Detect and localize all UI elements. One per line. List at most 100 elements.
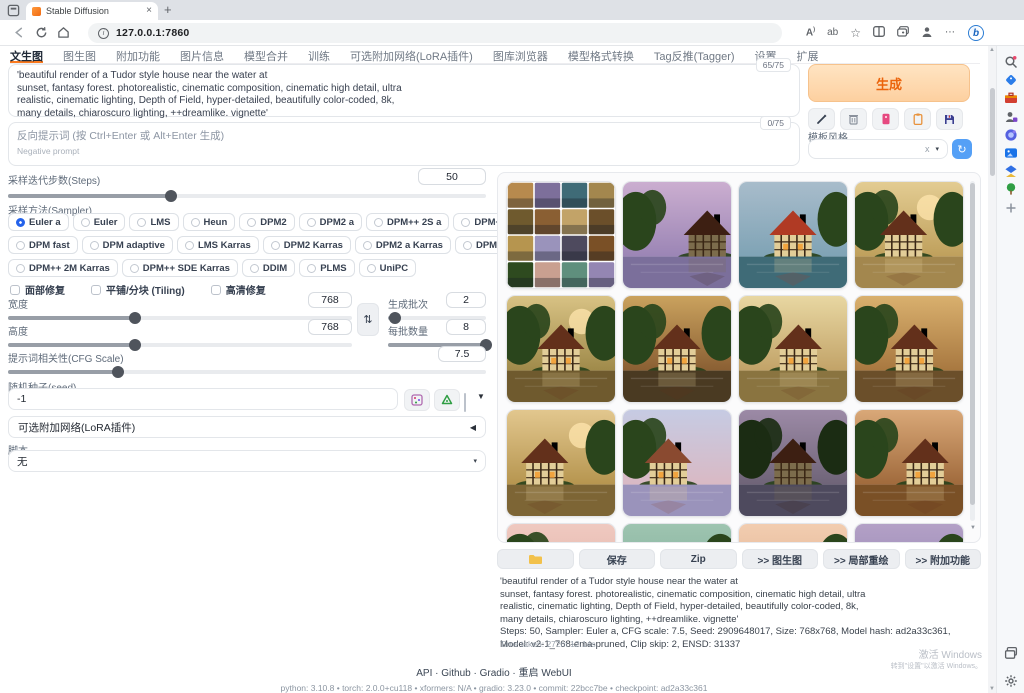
sampler-option[interactable]: DPM2 Karras [263, 236, 351, 254]
clear-prompt-trash-icon[interactable] [840, 108, 867, 130]
browser-tab[interactable]: Stable Diffusion × [26, 2, 158, 20]
webui-tab-3[interactable]: 附加功能 [116, 48, 160, 63]
cfg-input[interactable]: 7.5 [438, 346, 486, 362]
home-icon[interactable] [52, 26, 74, 39]
gallery-image-2[interactable] [622, 181, 732, 289]
negative-prompt-textarea[interactable]: 0/75 反向提示词 (按 Ctrl+Enter 或 Alt+Enter 生成)… [8, 122, 800, 166]
gallery-image-7[interactable] [738, 295, 848, 403]
sidebar-dropbox-icon[interactable] [1004, 164, 1018, 178]
sampler-option[interactable]: DPM2 [239, 213, 294, 231]
sampler-option[interactable]: DPM2 a Karras [355, 236, 451, 254]
gallery-image-10[interactable] [622, 409, 732, 517]
back-icon[interactable] [8, 26, 30, 39]
refresh-icon[interactable] [30, 26, 52, 39]
generate-button[interactable]: 生成 [808, 64, 970, 102]
steps-input[interactable]: 50 [418, 168, 486, 185]
sampler-option[interactable]: Euler a [8, 213, 69, 231]
reuse-seed-recycle-icon[interactable] [434, 389, 460, 411]
sampler-option[interactable]: DDIM [242, 259, 295, 277]
tab-close-icon[interactable]: × [146, 6, 152, 16]
sampler-option[interactable]: DPM++ SDE Karras [122, 259, 238, 277]
send-to-extras-button[interactable]: >> 附加功能 [905, 549, 982, 569]
send-to-img2img-button[interactable]: >> 图生图 [742, 549, 819, 569]
read-params-brush-icon[interactable] [808, 108, 835, 130]
favorites-star-icon[interactable]: ☆ [850, 27, 861, 39]
gallery-image-6[interactable] [622, 295, 732, 403]
webui-tab-2[interactable]: 图生图 [63, 48, 96, 63]
bing-discover-icon[interactable]: b [968, 25, 984, 41]
scroll-down-icon[interactable]: ▼ [989, 686, 995, 692]
cfg-slider[interactable] [8, 366, 486, 378]
sidebar-add-icon[interactable] [1004, 201, 1018, 215]
gallery-image-4[interactable] [854, 181, 964, 289]
profile-icon[interactable] [921, 26, 933, 41]
save-button[interactable]: 保存 [579, 549, 656, 569]
sampler-option[interactable]: DPM2 a [299, 213, 362, 231]
gallery-image-5[interactable] [506, 295, 616, 403]
zip-button[interactable]: Zip [660, 549, 737, 569]
steps-slider[interactable] [8, 190, 486, 202]
sampler-option[interactable]: LMS [129, 213, 178, 231]
footer-link-2[interactable]: Github [441, 668, 470, 679]
webui-tab-9[interactable]: 模型格式转换 [568, 48, 634, 63]
gallery-image-14[interactable] [622, 523, 732, 543]
gallery-image-16[interactable] [854, 523, 964, 543]
extra-networks-card-icon[interactable] [872, 108, 899, 130]
webui-tab-12[interactable]: 扩展 [797, 48, 819, 63]
batch-count-input[interactable]: 2 [446, 292, 486, 308]
gallery-image-8[interactable] [854, 295, 964, 403]
site-info-icon[interactable]: i [98, 28, 109, 39]
seed-input[interactable]: -1 [8, 388, 398, 410]
more-menu-icon[interactable]: ⋯ [945, 28, 956, 38]
swap-dimensions-button[interactable]: ⇅ [357, 303, 379, 336]
sampler-option[interactable]: PLMS [299, 259, 354, 277]
seed-extra-checkbox[interactable] [464, 394, 466, 412]
address-bar[interactable]: i 127.0.0.1:7860 [88, 23, 782, 43]
apply-style-clipboard-icon[interactable] [904, 108, 931, 130]
read-aloud-icon[interactable]: A) [806, 27, 815, 38]
sidebar-briefcase-icon[interactable] [1004, 91, 1018, 105]
sampler-option[interactable]: DPM fast [8, 236, 78, 254]
page-scrollbar[interactable]: ▲ ▼ [988, 46, 996, 693]
toggle-2[interactable]: 平铺/分块 (Tiling) [91, 282, 185, 297]
styles-dropdown[interactable]: x ▾ [808, 139, 948, 159]
random-seed-dice-icon[interactable] [404, 389, 430, 411]
sampler-option[interactable]: Heun [183, 213, 236, 231]
sidebar-profile-badge-icon[interactable] [1004, 110, 1018, 124]
sampler-option[interactable]: DPM adaptive [82, 236, 173, 254]
webui-tab-10[interactable]: Tag反推(Tagger) [654, 48, 735, 63]
styles-clear-icon[interactable]: x [925, 144, 930, 154]
sidebar-layers-icon[interactable] [1004, 646, 1018, 660]
gallery-image-1[interactable] [506, 181, 616, 289]
sampler-option[interactable]: UniPC [359, 259, 417, 277]
scroll-up-icon[interactable]: ▲ [989, 47, 995, 53]
footer-link-4[interactable]: 重启 WebUI [519, 668, 572, 679]
sampler-option[interactable]: DPM++ 2S a [366, 213, 449, 231]
sidebar-search-icon[interactable] [1004, 55, 1018, 69]
footer-link-3[interactable]: Gradio [480, 668, 510, 679]
save-style-floppy-icon[interactable] [936, 108, 963, 130]
gallery-scroll-down-icon[interactable]: ▼ [970, 525, 976, 531]
webui-tab-8[interactable]: 图库浏览器 [493, 48, 548, 63]
batch-size-input[interactable]: 8 [446, 319, 486, 335]
collections-icon[interactable] [897, 26, 909, 40]
gallery-image-13[interactable] [506, 523, 616, 543]
webui-tab-5[interactable]: 模型合并 [244, 48, 288, 63]
webui-tab-1[interactable]: 文生图 [10, 48, 43, 63]
sidebar-tree-icon[interactable] [1004, 182, 1018, 196]
width-slider[interactable] [8, 312, 352, 324]
webui-tab-6[interactable]: 训练 [308, 48, 330, 63]
open-folder-button[interactable] [497, 549, 574, 569]
sidebar-shopping-tag-icon[interactable] [1004, 73, 1018, 87]
footer-link-1[interactable]: API [416, 668, 432, 679]
split-screen-icon[interactable] [873, 26, 885, 40]
refresh-styles-button[interactable]: ↻ [952, 139, 972, 159]
gallery-scrollbar[interactable] [970, 181, 975, 521]
sidebar-settings-gear-icon[interactable] [1004, 674, 1018, 688]
gallery-image-15[interactable] [738, 523, 848, 543]
toggle-3[interactable]: 高清修复 [211, 282, 266, 297]
tab-actions-icon[interactable] [7, 4, 20, 17]
sidebar-designer-icon[interactable] [1004, 128, 1018, 142]
new-tab-button[interactable]: + [164, 2, 172, 17]
send-to-inpaint-button[interactable]: >> 局部重绘 [823, 549, 900, 569]
